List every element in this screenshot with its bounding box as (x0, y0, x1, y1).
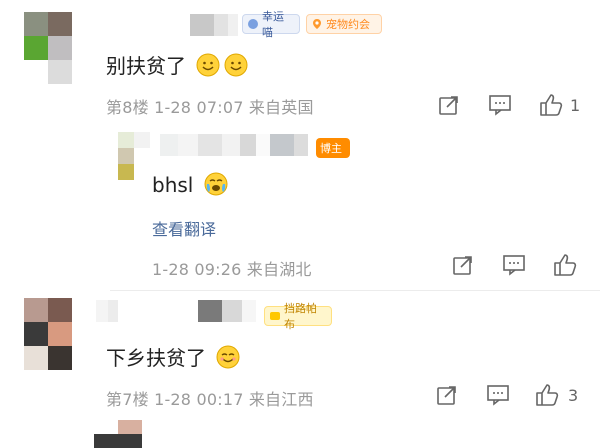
share-icon[interactable] (436, 384, 458, 410)
smile-emoji (224, 53, 248, 77)
badge-label: 宠物约会 (326, 18, 370, 31)
username-redacted[interactable] (190, 14, 238, 40)
badge-label: 挡路帕布 (284, 302, 317, 331)
fan-badge[interactable]: 挡路帕布 (264, 302, 332, 331)
avatar[interactable] (118, 132, 150, 180)
comment-body: bhsl (152, 173, 194, 197)
reply-text: bhsl (152, 172, 228, 197)
like-count: 1 (570, 96, 581, 115)
share-icon[interactable] (438, 94, 460, 120)
thumbs-up-icon[interactable] (538, 92, 564, 122)
comment-icon[interactable] (486, 384, 510, 410)
like-count: 3 (568, 386, 579, 405)
username-redacted[interactable] (96, 300, 256, 326)
badge-label: 幸运喵 (262, 10, 284, 39)
comment-icon[interactable] (488, 94, 512, 120)
comment-meta: 第7楼 1-28 00:17 来自江西 (106, 390, 314, 409)
divider (110, 290, 600, 291)
comment-meta: 第8楼 1-28 07:07 来自英国 (106, 98, 314, 117)
badge-icon (269, 310, 281, 322)
avatar[interactable] (94, 420, 142, 448)
comment-text: 别扶贫了 (106, 50, 248, 79)
avatar[interactable] (24, 298, 72, 370)
blogger-badge[interactable]: 博主 (316, 138, 350, 158)
cat-icon (247, 18, 259, 30)
translate-link[interactable]: 查看翻译 (152, 216, 216, 240)
reply-meta: 1-28 09:26 来自湖北 (152, 260, 312, 279)
thumbs-up-icon[interactable] (534, 382, 560, 412)
avatar[interactable] (24, 12, 72, 84)
cry-laugh-emoji (204, 172, 228, 196)
pet-date-badge[interactable]: 宠物约会 (306, 14, 382, 34)
comment-body: 别扶贫了 (106, 54, 186, 78)
grin-emoji (216, 345, 240, 369)
username-redacted[interactable] (160, 134, 308, 160)
share-icon[interactable] (452, 254, 474, 280)
badge-label: 博主 (320, 142, 342, 155)
smile-emoji (196, 53, 220, 77)
comment-body: 下乡扶贫了 (106, 346, 206, 370)
thumbs-up-icon[interactable] (552, 252, 578, 282)
location-pin-icon (311, 18, 323, 30)
comment-text: 下乡扶贫了 (106, 342, 240, 371)
comment-icon[interactable] (502, 254, 526, 280)
lucky-cat-badge[interactable]: 幸运喵 (242, 10, 300, 39)
